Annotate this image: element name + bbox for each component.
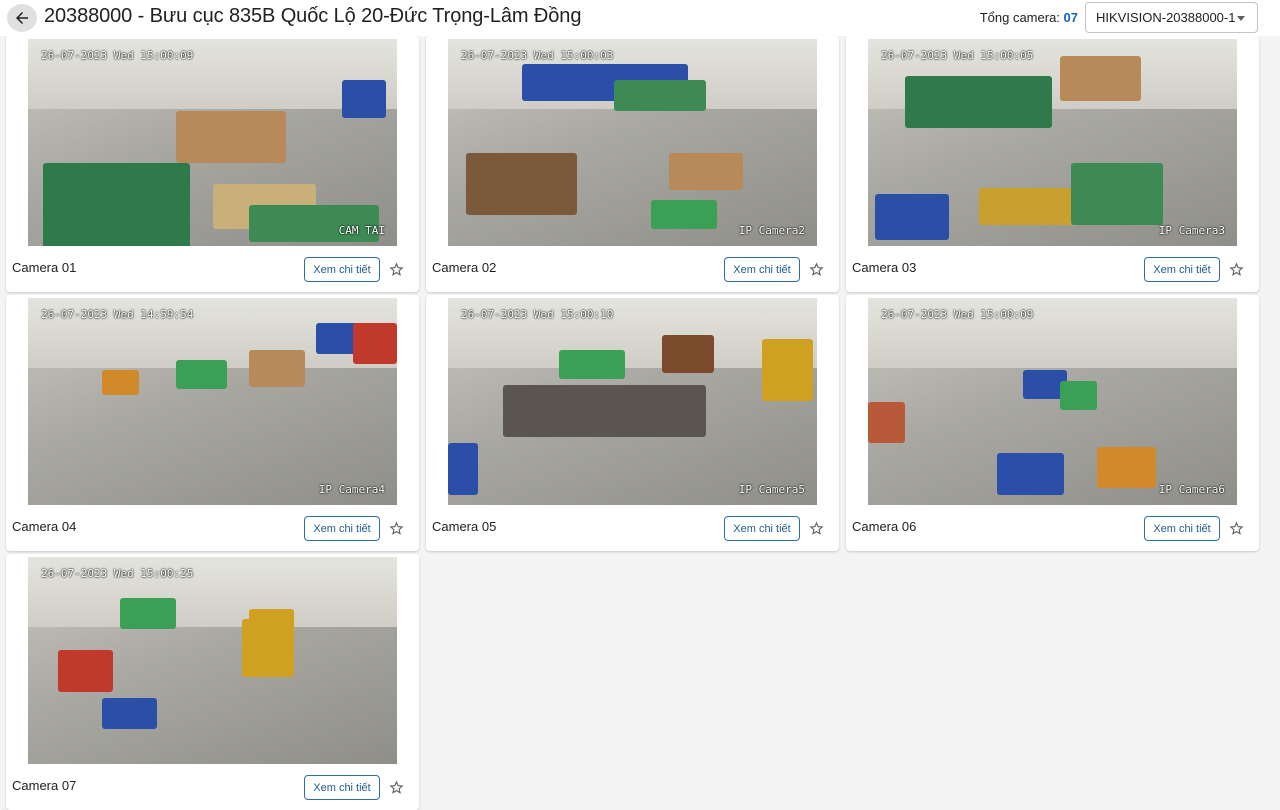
star-outline-icon[interactable]	[388, 520, 405, 537]
feed-object	[662, 335, 714, 373]
star-outline-icon[interactable]	[388, 261, 405, 278]
camera-grid: 26-07-2023 Wed 15:00:09 CAM TAI Camera 01 X…	[6, 36, 1259, 810]
feed-timestamp: 26-07-2023 Wed 15:00:25	[41, 567, 194, 580]
camera-feed[interactable]: 26-07-2023 Wed 15:00:09 IP Camera6	[868, 298, 1237, 505]
total-camera-text: Tổng camera:	[979, 10, 1064, 25]
feed-object	[1070, 163, 1164, 226]
view-detail-button[interactable]: Xem chi tiết	[724, 516, 800, 541]
feed-object	[466, 152, 578, 215]
arrow-left-icon	[16, 12, 28, 24]
feed-object	[120, 598, 176, 630]
camera-card: 26-07-2023 Wed 15:00:10 IP Camera5 Camera …	[426, 295, 839, 551]
feed-object	[558, 349, 626, 379]
feed-timestamp: 26-07-2023 Wed 15:00:10	[461, 308, 614, 321]
camera-name: Camera 07	[12, 778, 77, 793]
feed-timestamp: 26-07-2023 Wed 15:00:09	[41, 49, 194, 62]
star-outline-icon[interactable]	[388, 779, 405, 796]
feed-object	[57, 650, 113, 692]
view-detail-button[interactable]: Xem chi tiết	[304, 516, 380, 541]
feed-osd-label: IP Camera3	[1158, 224, 1225, 237]
feed-object	[175, 360, 228, 390]
feed-osd-label: IP Camera5	[738, 483, 805, 496]
feed-object	[904, 76, 1053, 128]
camera-card: 26-07-2023 Wed 15:00:09 IP Camera6 Camera …	[846, 295, 1259, 551]
star-outline-icon[interactable]	[1228, 520, 1245, 537]
camera-name: Camera 04	[12, 519, 77, 534]
feed-osd-label: IP Camera4	[318, 483, 385, 496]
camera-feed[interactable]: 26-07-2023 Wed 15:00:09 CAM TAI	[28, 39, 397, 246]
chevron-down-icon	[1237, 16, 1245, 21]
feed-object	[614, 80, 707, 112]
camera-feed[interactable]: 26-07-2023 Wed 15:00:05 IP Camera3	[868, 39, 1237, 246]
camera-feed[interactable]: 26-07-2023 Wed 15:00:25	[28, 557, 397, 764]
total-camera-count: 07	[1063, 10, 1078, 25]
feed-object	[875, 194, 950, 240]
star-outline-icon[interactable]	[808, 261, 825, 278]
view-detail-button[interactable]: Xem chi tiết	[304, 775, 380, 800]
feed-object	[448, 442, 478, 495]
feed-object	[868, 401, 905, 443]
view-detail-button[interactable]: Xem chi tiết	[304, 257, 380, 282]
top-bar: 20388000 - Bưu cục 835B Quốc Lộ 20-Đức T…	[0, 0, 1280, 36]
camera-feed[interactable]: 26-07-2023 Wed 15:00:10 IP Camera5	[448, 298, 817, 505]
feed-timestamp: 26-07-2023 Wed 15:00:03	[461, 49, 614, 62]
camera-card: 26-07-2023 Wed 15:00:25 Camera 07 Xem chi …	[6, 554, 419, 810]
camera-card: 26-07-2023 Wed 15:00:03 IP Camera2 Camera …	[426, 36, 839, 292]
view-detail-button[interactable]: Xem chi tiết	[724, 257, 800, 282]
feed-object	[249, 349, 305, 387]
view-detail-button[interactable]: Xem chi tiết	[1144, 516, 1220, 541]
feed-object	[503, 384, 707, 437]
feed-object	[42, 163, 191, 246]
feed-object	[650, 200, 718, 230]
feed-object	[761, 339, 814, 402]
star-outline-icon[interactable]	[1228, 261, 1245, 278]
camera-name: Camera 02	[432, 260, 497, 275]
camera-name: Camera 01	[12, 260, 77, 275]
feed-object	[101, 697, 158, 729]
view-detail-button[interactable]: Xem chi tiết	[1144, 257, 1220, 282]
camera-card: 26-07-2023 Wed 15:00:05 IP Camera3 Camera …	[846, 36, 1259, 292]
feed-osd-label: IP Camera2	[738, 224, 805, 237]
camera-feed[interactable]: 26-07-2023 Wed 15:00:03 IP Camera2	[448, 39, 817, 246]
feed-object	[1096, 447, 1156, 489]
back-button[interactable]	[7, 4, 37, 32]
feed-osd-label: CAM TAI	[338, 224, 385, 237]
star-outline-icon[interactable]	[808, 520, 825, 537]
camera-card: 26-07-2023 Wed 15:00:09 CAM TAI Camera 01 X…	[6, 36, 419, 292]
feed-object	[175, 111, 287, 164]
feed-object	[101, 370, 139, 396]
feed-osd-label: IP Camera6	[1158, 483, 1225, 496]
feed-object	[1059, 55, 1142, 102]
camera-card: 26-07-2023 Wed 14:59:54 IP Camera4 Camera …	[6, 295, 419, 551]
feed-timestamp: 26-07-2023 Wed 15:00:09	[881, 308, 1034, 321]
total-camera-label: Tổng camera: 07	[980, 10, 1078, 25]
device-select[interactable]: HIKVISION-20388000-1	[1085, 2, 1258, 33]
camera-name: Camera 05	[432, 519, 497, 534]
feed-object	[1059, 380, 1097, 410]
device-select-value: HIKVISION-20388000-1	[1096, 10, 1236, 25]
camera-feed[interactable]: 26-07-2023 Wed 14:59:54 IP Camera4	[28, 298, 397, 505]
feed-object	[341, 80, 386, 118]
page-title: 20388000 - Bưu cục 835B Quốc Lộ 20-Đức T…	[44, 5, 582, 27]
feed-object	[242, 619, 294, 678]
feed-object	[669, 152, 744, 191]
camera-name: Camera 03	[852, 260, 917, 275]
camera-name: Camera 06	[852, 519, 917, 534]
feed-timestamp: 26-07-2023 Wed 14:59:54	[41, 308, 194, 321]
feed-timestamp: 26-07-2023 Wed 15:00:05	[881, 49, 1034, 62]
feed-object	[978, 188, 1082, 226]
feed-object	[352, 322, 397, 365]
feed-object	[997, 453, 1064, 495]
